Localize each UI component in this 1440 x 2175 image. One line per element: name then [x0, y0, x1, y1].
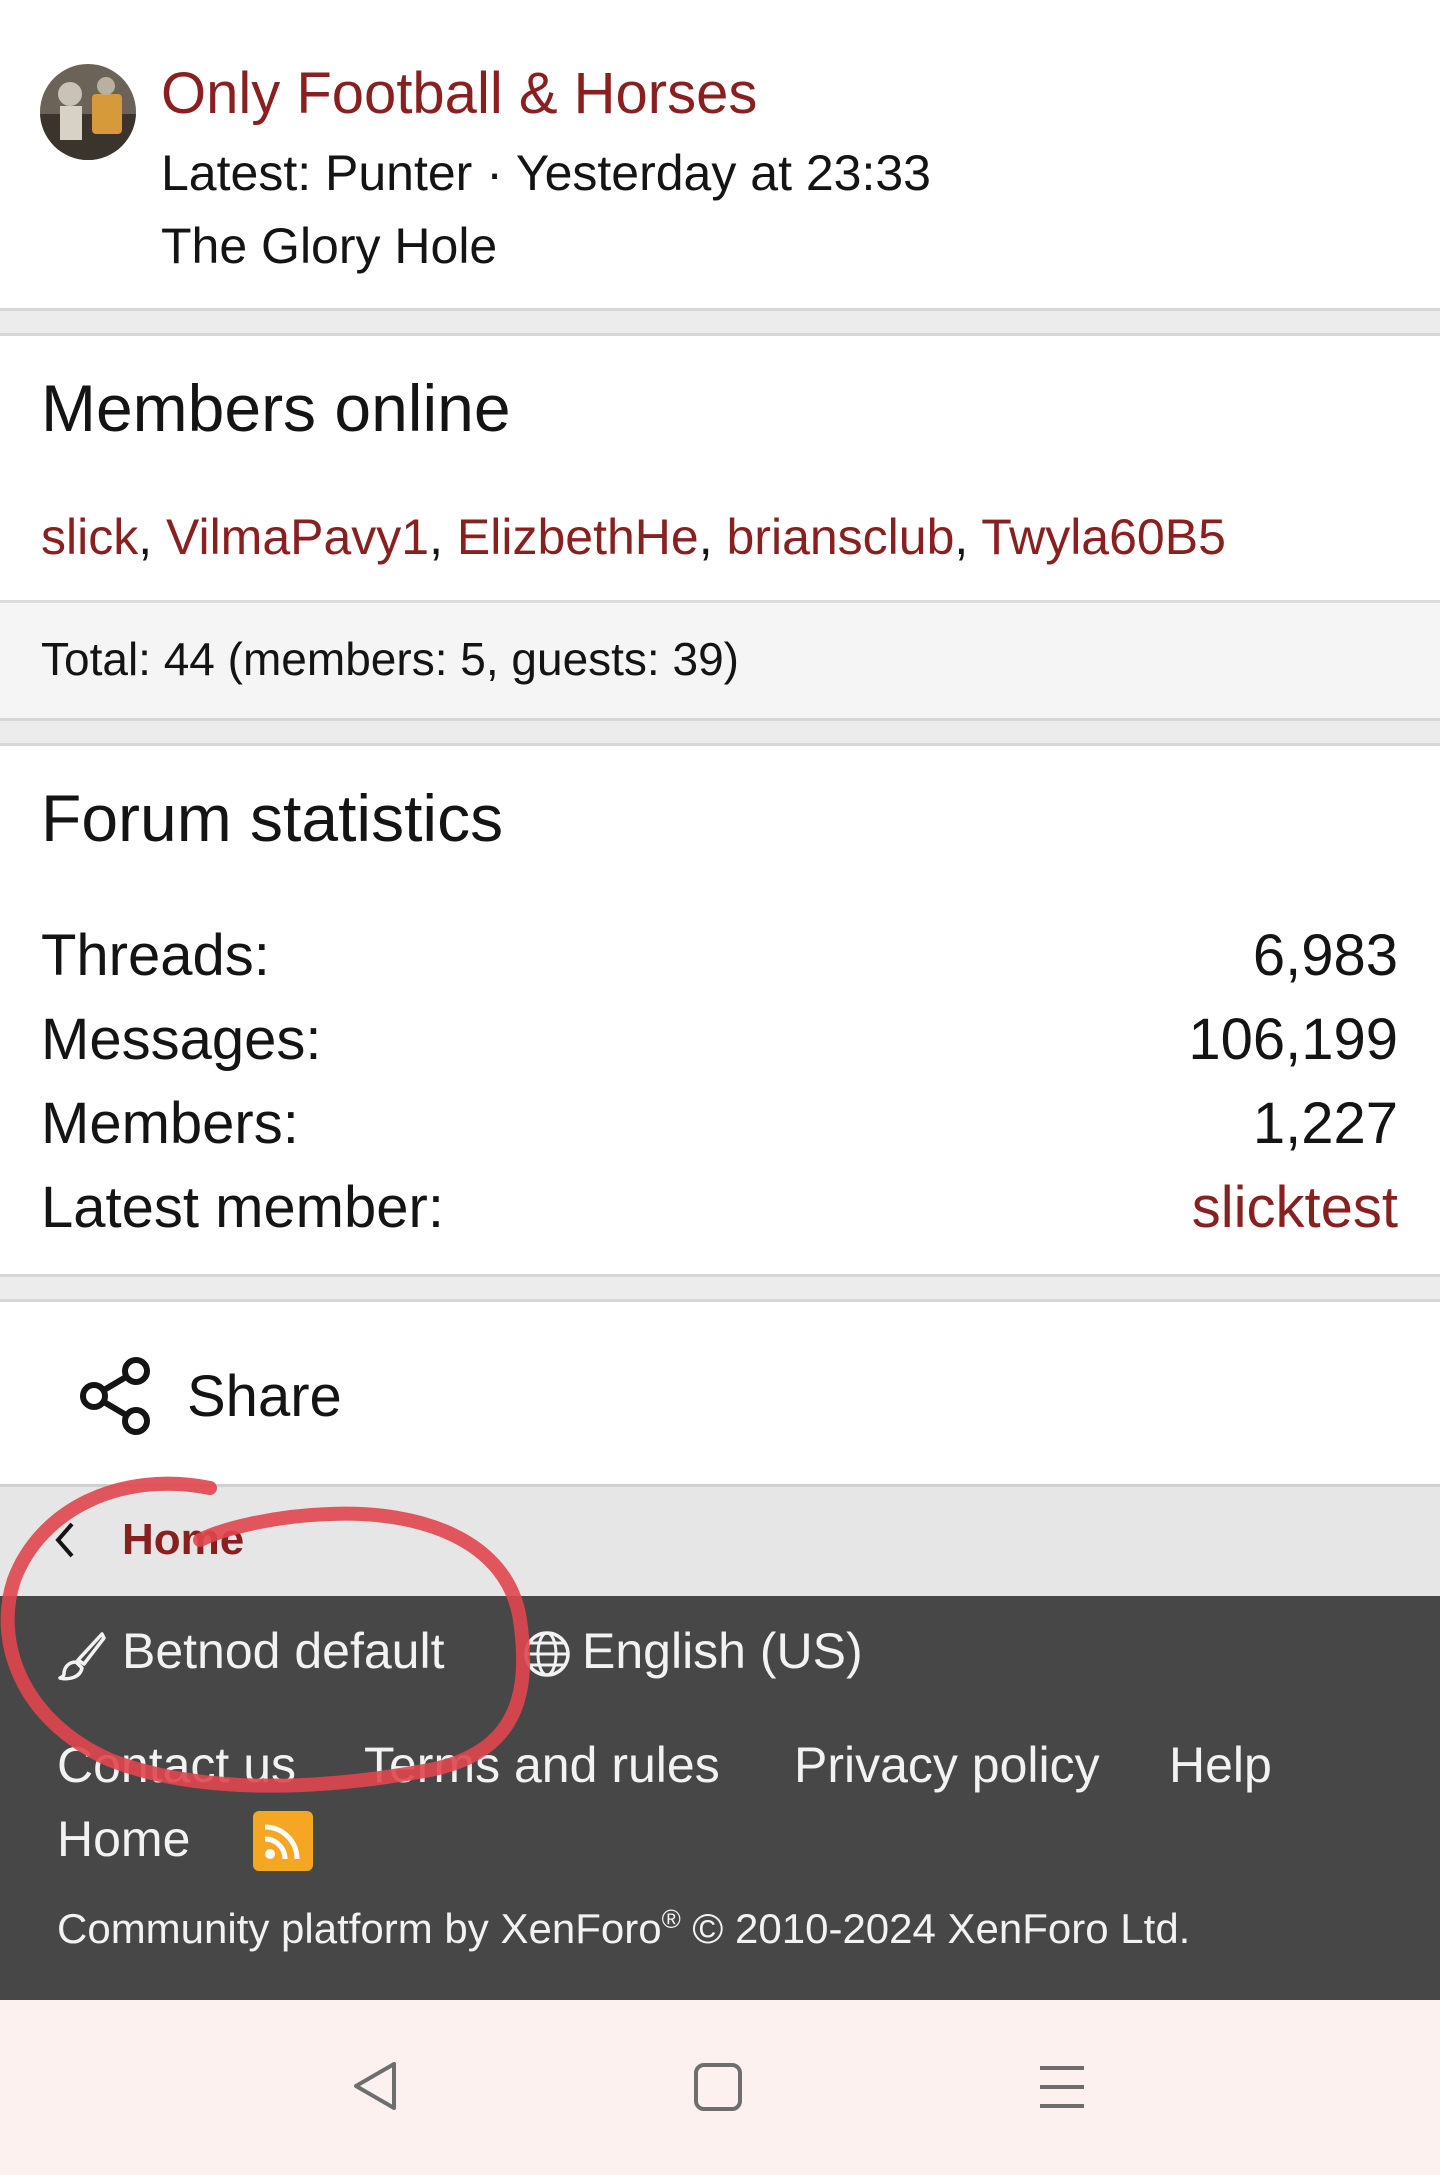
- stat-members-label: Members:: [41, 1091, 299, 1156]
- stat-latest-member-label: Latest member:: [41, 1175, 444, 1240]
- breadcrumb-home-link[interactable]: Home: [122, 1515, 244, 1565]
- paintbrush-icon[interactable]: [56, 1630, 108, 1682]
- online-user-link[interactable]: ElizbethHe: [457, 509, 699, 565]
- triangle-back-icon[interactable]: [350, 2060, 400, 2112]
- stat-members-value: 1,227: [1252, 1091, 1398, 1156]
- chevron-left-icon[interactable]: [54, 1520, 76, 1560]
- footer-privacy-link[interactable]: Privacy policy: [794, 1736, 1100, 1794]
- section-divider: [0, 1274, 1440, 1302]
- language-chooser-link[interactable]: English (US): [582, 1622, 863, 1680]
- footer-copyright: Community platform by XenForo® © 2010-20…: [57, 1904, 1191, 1952]
- thread-title-link[interactable]: Only Football & Horses: [161, 60, 757, 127]
- stat-threads-label: Threads:: [41, 923, 270, 988]
- thread-latest-info: Latest: Punter · Yesterday at 23:33: [161, 145, 931, 201]
- footer-help-link[interactable]: Help: [1169, 1736, 1272, 1794]
- section-divider: [0, 718, 1440, 746]
- stat-threads-value: 6,983: [1252, 923, 1398, 988]
- stat-latest-member-link[interactable]: slicktest: [1192, 1174, 1398, 1241]
- menu-lines-icon[interactable]: [1038, 2064, 1086, 2110]
- share-icon[interactable]: [78, 1356, 154, 1436]
- forum-statistics-heading: Forum statistics: [41, 781, 504, 855]
- globe-icon[interactable]: [523, 1630, 571, 1678]
- online-user-link[interactable]: slick: [41, 509, 138, 565]
- online-user-link[interactable]: briansclub: [727, 509, 955, 565]
- online-total-text: Total: 44 (members: 5, guests: 39): [41, 633, 739, 685]
- section-divider: [0, 308, 1440, 336]
- share-button[interactable]: Share: [187, 1363, 342, 1430]
- online-users-list: slick, VilmaPavy1, ElizbethHe, briansclu…: [41, 509, 1226, 565]
- stat-messages-value: 106,199: [1188, 1007, 1398, 1072]
- footer-home-link[interactable]: Home: [57, 1810, 190, 1868]
- members-online-heading: Members online: [41, 371, 511, 445]
- thread-forum-link[interactable]: The Glory Hole: [161, 217, 497, 275]
- footer-contact-link[interactable]: Contact us: [57, 1736, 296, 1794]
- online-user-link[interactable]: VilmaPavy1: [166, 509, 429, 565]
- stat-messages-label: Messages:: [41, 1007, 322, 1072]
- square-home-icon[interactable]: [693, 2062, 743, 2112]
- style-chooser-link[interactable]: Betnod default: [122, 1622, 445, 1680]
- online-user-link[interactable]: Twyla60B5: [981, 509, 1226, 565]
- rss-icon[interactable]: [253, 1811, 313, 1871]
- thread-avatar[interactable]: [40, 64, 136, 160]
- footer-terms-link[interactable]: Terms and rules: [364, 1736, 720, 1794]
